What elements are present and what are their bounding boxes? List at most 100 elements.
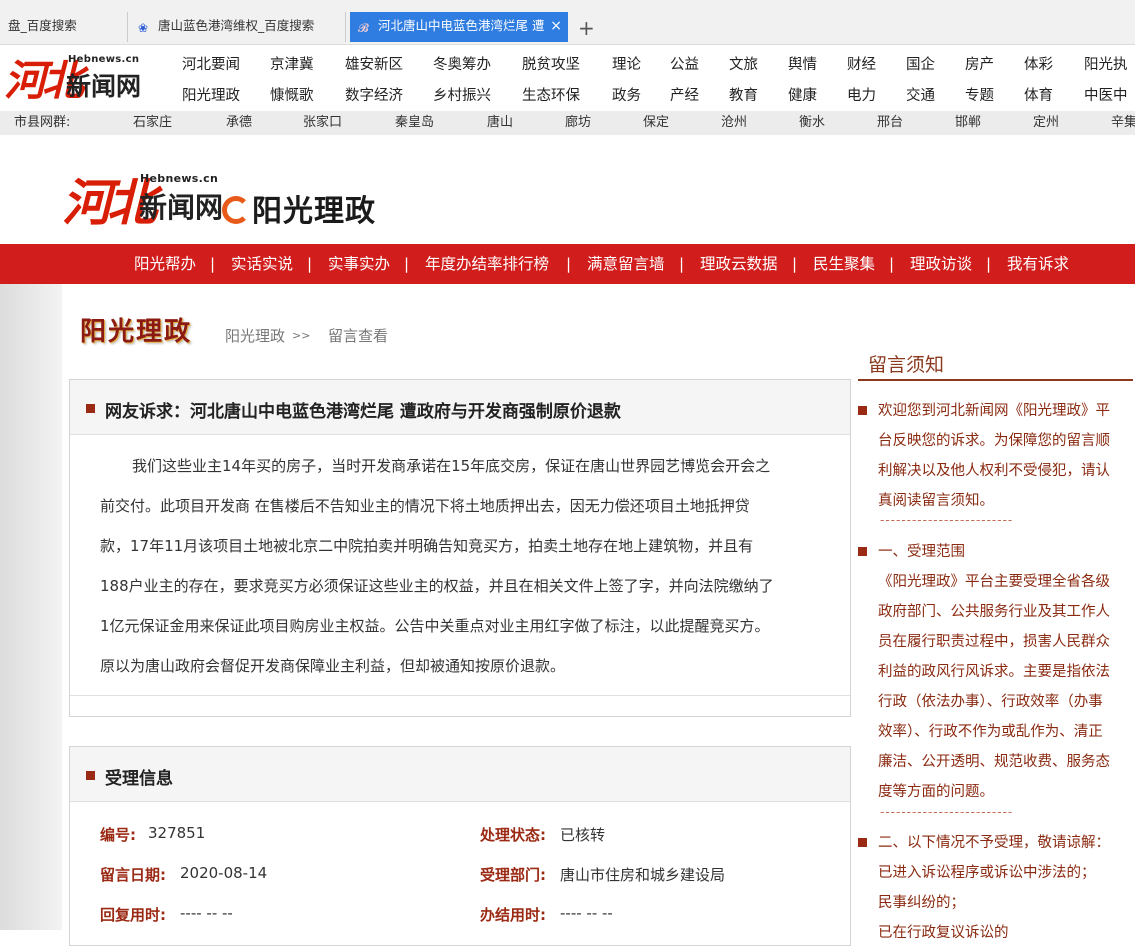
complaint-line: 188户业主的存在，要求竞买方必须保证这些业主的权益，并且在相关文件上签了字，并… [100, 577, 774, 595]
top-nav-link[interactable]: 阳光理政 [182, 84, 240, 105]
city-link[interactable]: 定州 [1033, 111, 1059, 135]
channel-nav-link[interactable]: 理政访谈 [910, 244, 972, 284]
top-nav-link[interactable]: 健康 [788, 84, 817, 105]
nav-separator: | [679, 255, 685, 273]
channel-nav-link[interactable]: 理政云数据 [700, 244, 778, 284]
top-nav-link[interactable]: 冬奥筹办 [433, 53, 491, 74]
field-label-reply-time: 回复用时: [100, 906, 166, 924]
top-nav-link[interactable]: 公益 [670, 53, 699, 74]
tab-label: 盘_百度搜索 [8, 18, 77, 33]
city-link[interactable]: 衡水 [799, 111, 825, 135]
top-nav-link[interactable]: 慷慨歌 [270, 84, 314, 105]
nav-separator: | [986, 255, 992, 273]
city-link[interactable]: 保定 [643, 111, 669, 135]
city-link[interactable]: 秦皇岛 [395, 111, 434, 135]
notice-line: 廉洁、公开透明、规范收费、服务态 [878, 754, 1110, 770]
top-nav-link[interactable]: 教育 [729, 84, 758, 105]
city-link[interactable]: 辛集 [1111, 111, 1135, 135]
city-link[interactable]: 石家庄 [133, 111, 172, 135]
top-nav-link[interactable]: 财经 [847, 53, 876, 74]
bullet-square-icon [86, 404, 95, 413]
nav-separator: | [307, 255, 313, 273]
complaint-title: 网友诉求：河北唐山中电蓝色港湾烂尾 遭政府与开发商强制原价退款 [105, 402, 621, 422]
top-nav-link[interactable]: 阳光执 [1084, 53, 1128, 74]
field-label-department: 受理部门: [480, 866, 546, 884]
browser-tab-bar: 盘_百度搜索 ❀ 唐山蓝色港湾维权_百度搜索 𝓑 河北唐山中电蓝色港湾烂尾 遭 × … [0, 7, 1135, 45]
top-nav-link[interactable]: 舆情 [788, 53, 817, 74]
top-nav-link[interactable]: 理论 [612, 53, 641, 74]
channel-navigation: 阳光帮办 实话实说 实事实办 年度办结率排行榜 满意留言墙 理政云数据 民生聚集 理政访谈 我有… [0, 244, 1135, 284]
notice-line: 一、受理范围 [878, 544, 965, 560]
tab-baidu-search-2[interactable]: ❀ 唐山蓝色港湾维权_百度搜索 [130, 12, 346, 42]
channel-nav-link[interactable]: 满意留言墙 [587, 244, 665, 284]
city-link[interactable]: 邢台 [877, 111, 903, 135]
breadcrumb-home-link[interactable]: 阳光理政 [225, 325, 285, 346]
section-logo: 阳光理政 [80, 317, 193, 347]
site-logo-domain: Hebnews.cn [68, 54, 140, 65]
top-nav-link[interactable]: 京津冀 [270, 53, 314, 74]
top-nav-link[interactable]: 生态环保 [522, 84, 580, 105]
notice-divider: ------------------------- [880, 513, 1014, 527]
city-link[interactable]: 沧州 [721, 111, 747, 135]
channel-logo-text: 新闻网 [139, 191, 224, 224]
new-tab-icon[interactable]: + [578, 16, 595, 40]
complaint-line: 1亿元保证金用来保证此项目购房业主权益。公告中关重点对业主用红字做了标注，以此提… [100, 617, 770, 635]
channel-nav-link[interactable]: 阳光帮办 [134, 244, 196, 284]
top-nav-link[interactable]: 中医中 [1084, 84, 1128, 105]
city-link[interactable]: 邯郸 [955, 111, 981, 135]
nav-separator: | [566, 255, 572, 273]
top-nav-link[interactable]: 数字经济 [345, 84, 403, 105]
top-nav-link[interactable]: 房产 [965, 53, 994, 74]
notice-underline [858, 379, 1133, 381]
tab-hebnews-article[interactable]: 𝓑 河北唐山中电蓝色港湾烂尾 遭 × [350, 12, 568, 42]
left-gutter [0, 284, 62, 930]
top-nav-link[interactable]: 国企 [906, 53, 935, 74]
top-nav-link[interactable]: 体彩 [1024, 53, 1053, 74]
notice-line: 行政（依法办事）、行政效率（办事 [878, 694, 1103, 710]
field-value-number: 327851 [148, 824, 206, 842]
complaint-line: 原以为唐山政府会督促开发商保障业主利益，但却被通知按原价退款。 [100, 657, 566, 675]
notice-line: 员在履行职责过程中，损害人民群众 [878, 634, 1110, 650]
close-tab-icon[interactable]: × [550, 12, 562, 40]
bullet-square-icon [858, 838, 867, 847]
channel-nav-link[interactable]: 年度办结率排行榜 [425, 244, 549, 284]
sun-logo-icon [222, 196, 250, 224]
top-nav-link[interactable]: 体育 [1024, 84, 1053, 105]
top-nav-link[interactable]: 电力 [847, 84, 876, 105]
tab-label: 河北唐山中电蓝色港湾烂尾 遭 [378, 18, 545, 33]
notice-line: 效率）、行政不作为或乱作为、清正 [878, 724, 1103, 740]
notice-line: 《阳光理政》平台主要受理全省各级 [878, 574, 1110, 590]
complaint-line: 款，17年11月该项目土地被北京二中院拍卖并明确告知竞买方，拍卖土地存在地上建筑… [100, 537, 754, 555]
notice-divider: ------------------------- [880, 805, 1014, 819]
notice-line: 真阅读留言须知。 [878, 493, 994, 509]
channel-nav-link[interactable]: 实话实说 [231, 244, 293, 284]
city-link[interactable]: 廊坊 [565, 111, 591, 135]
nav-separator: | [792, 255, 798, 273]
top-nav-link[interactable]: 政务 [612, 84, 641, 105]
field-value-department: 唐山市住房和城乡建设局 [560, 866, 726, 884]
top-nav-link[interactable]: 脱贫攻坚 [522, 53, 580, 74]
panel-divider [70, 695, 850, 696]
complaint-panel: 网友诉求：河北唐山中电蓝色港湾烂尾 遭政府与开发商强制原价退款 我们这些业主14… [69, 379, 851, 717]
bullet-square-icon [86, 771, 95, 780]
top-nav-link[interactable]: 河北要闻 [182, 53, 240, 74]
city-link[interactable]: 唐山 [487, 111, 513, 135]
channel-nav-link[interactable]: 民生聚集 [813, 244, 875, 284]
top-nav-link[interactable]: 专题 [965, 84, 994, 105]
field-value-date: 2020-08-14 [180, 864, 268, 882]
top-nav-link[interactable]: 交通 [906, 84, 935, 105]
channel-nav-link[interactable]: 我有诉求 [1007, 244, 1069, 284]
top-nav-link[interactable]: 产经 [670, 84, 699, 105]
city-network-label: 市县网群: [14, 115, 71, 130]
top-nav-link[interactable]: 雄安新区 [345, 53, 403, 74]
city-link[interactable]: 张家口 [303, 111, 342, 135]
tab-baidu-search-1[interactable]: 盘_百度搜索 [0, 12, 128, 42]
acceptance-panel: 受理信息 编号: 327851 处理状态: 已核转 留言日期: 2020-08-… [69, 746, 851, 946]
channel-nav-link[interactable]: 实事实办 [328, 244, 390, 284]
notice-line: 政府部门、公共服务行业及其工作人 [878, 604, 1110, 620]
tab-label: 唐山蓝色港湾维权_百度搜索 [158, 18, 315, 33]
top-nav-link[interactable]: 乡村振兴 [433, 84, 491, 105]
city-link[interactable]: 承德 [226, 111, 252, 135]
top-nav-link[interactable]: 文旅 [729, 53, 758, 74]
field-value-status: 已核转 [560, 826, 606, 844]
